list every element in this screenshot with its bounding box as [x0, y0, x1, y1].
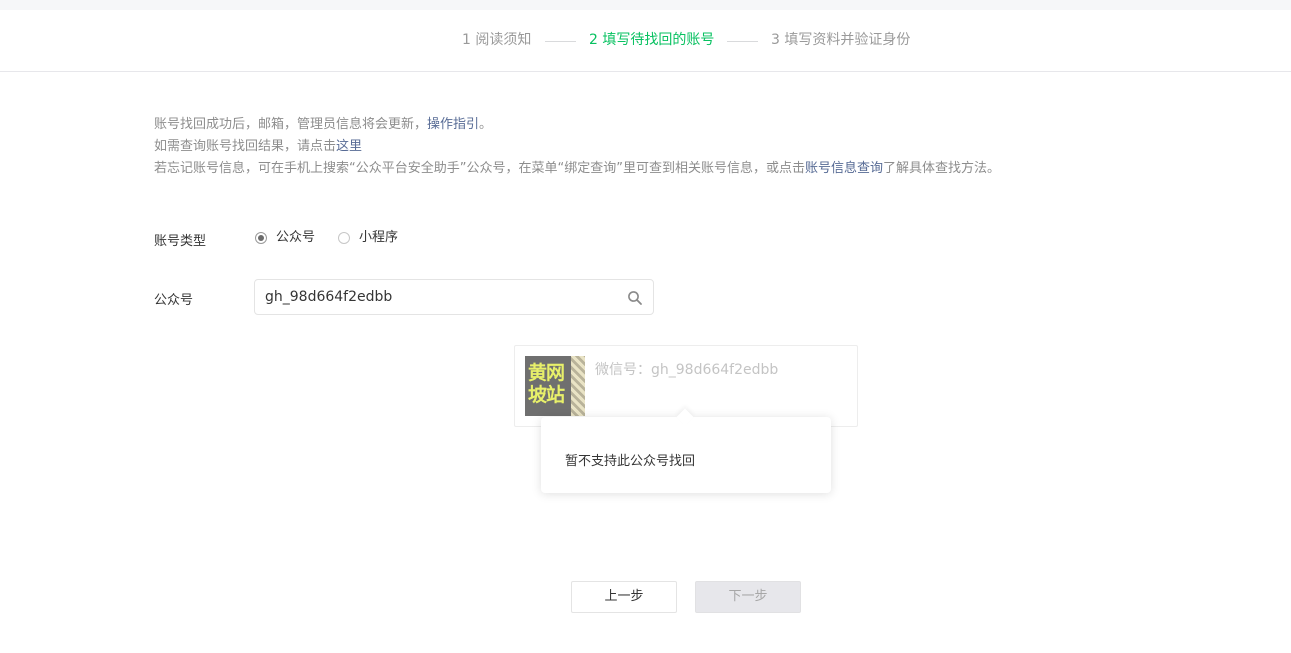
wechat-id-text: 微信号：gh_98d664f2edbb [595, 362, 779, 378]
query-result-link[interactable]: 这里 [336, 139, 362, 154]
notice-line-1-text: 账号找回成功后，邮箱，管理员信息将会更新， [154, 117, 428, 132]
guide-link[interactable]: 操作指引 [427, 117, 479, 132]
avatar: 黄网 坡站 [525, 356, 585, 416]
step-divider [727, 41, 758, 42]
notice-line-3-end: 了解具体查找方法。 [882, 161, 1000, 176]
step-divider [545, 41, 576, 42]
top-strip [0, 0, 1291, 10]
notice-line-1: 账号找回成功后，邮箱，管理员信息将会更新，操作指引。 [154, 114, 1000, 136]
notice-line-2-text: 如需查询账号找回结果，请点击 [154, 139, 337, 154]
account-search-box [254, 279, 654, 315]
notice-line-3-text: 若忘记账号信息，可在手机上搜索“公众平台安全助手”公众号，在菜单“绑定查询”里可… [154, 161, 805, 176]
account-input[interactable] [265, 280, 615, 314]
radio-mini-program[interactable]: 小程序 [338, 230, 398, 246]
step-fill-account: 2 填写待找回的账号 [589, 32, 715, 48]
account-info-query-link[interactable]: 账号信息查询 [805, 161, 883, 176]
step-read-notice: 1 阅读须知 [462, 32, 532, 48]
avatar-logo-text: 黄网 坡站 [528, 362, 565, 406]
radio-label: 公众号 [276, 230, 316, 245]
radio-unchecked-icon [338, 232, 350, 244]
unsupported-tooltip: 暂不支持此公众号找回 [541, 417, 831, 493]
notice-line-2: 如需查询账号找回结果，请点击这里 [154, 136, 1000, 158]
account-type-label: 账号类型 [154, 234, 207, 249]
notice-line-3: 若忘记账号信息，可在手机上搜索“公众平台安全助手”公众号，在菜单“绑定查询”里可… [154, 158, 1000, 180]
radio-checked-icon [255, 232, 267, 244]
radio-official-account[interactable]: 公众号 [255, 230, 315, 246]
notice-text: 账号找回成功后，邮箱，管理员信息将会更新，操作指引。 如需查询账号找回结果，请点… [154, 114, 1000, 180]
account-field-label: 公众号 [154, 293, 194, 308]
step-indicator: 1 阅读须知 2 填写待找回的账号 3 填写资料并验证身份 [0, 10, 1291, 72]
next-step-button[interactable]: 下一步 [695, 581, 801, 613]
prev-step-button[interactable]: 上一步 [571, 581, 677, 613]
avatar-stripe [571, 356, 585, 416]
step-verify-identity: 3 填写资料并验证身份 [771, 32, 911, 48]
tooltip-message: 暂不支持此公众号找回 [565, 454, 696, 469]
radio-label: 小程序 [359, 230, 399, 245]
notice-line-1-end: 。 [479, 117, 493, 132]
search-icon[interactable] [627, 290, 643, 306]
